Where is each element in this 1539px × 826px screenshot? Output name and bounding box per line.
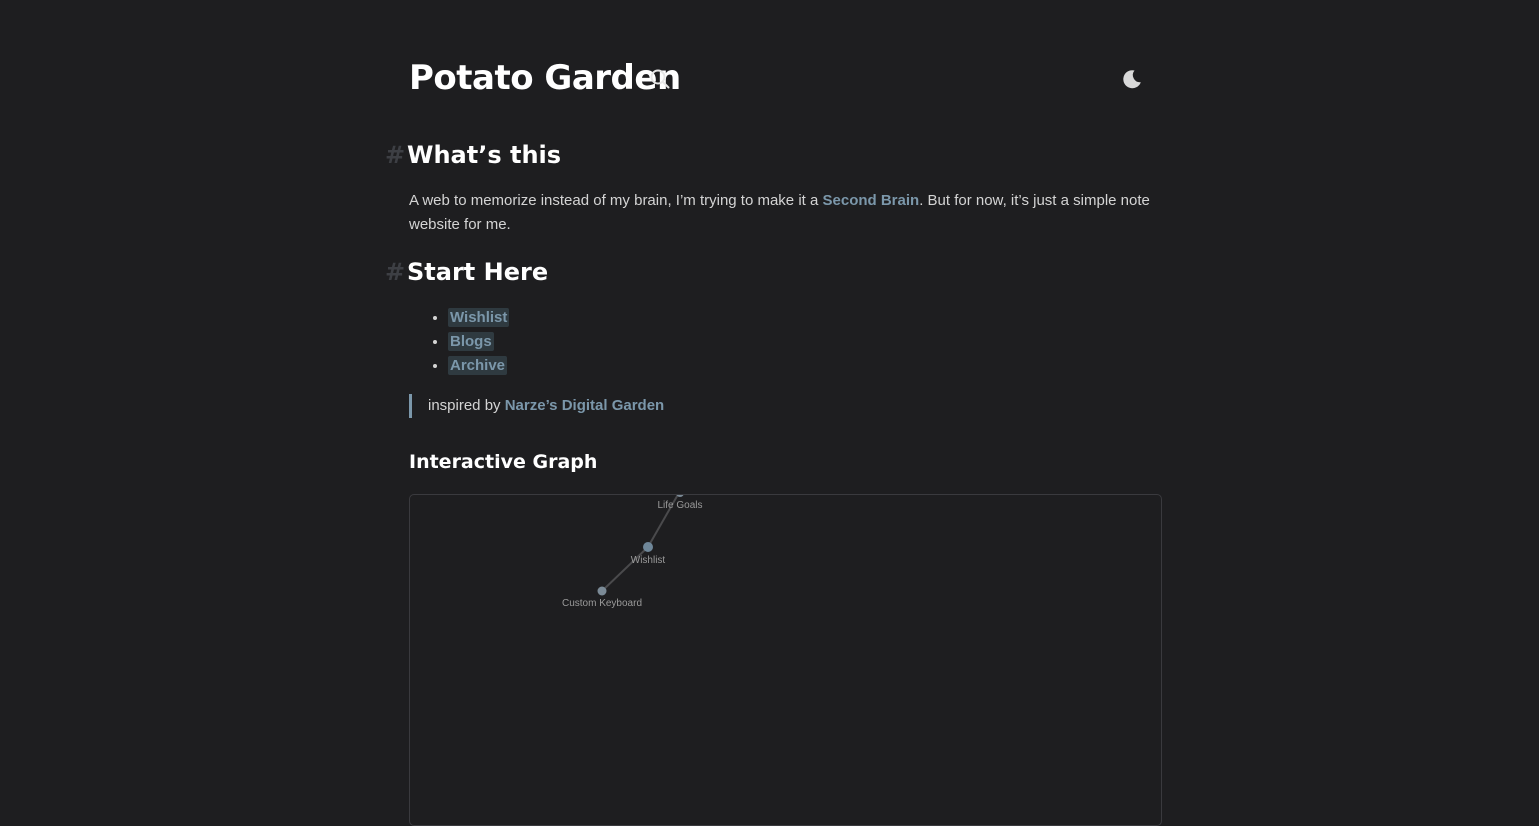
graph-node-label: Wishlist	[631, 555, 666, 566]
blogs-link[interactable]: Blogs	[448, 332, 494, 351]
graph-node-label: Life Goals	[657, 500, 702, 511]
blockquote: inspired by Narze’s Digital Garden	[409, 394, 664, 418]
heading-whats-this: What’s this	[407, 141, 562, 169]
graph-node-wishlist[interactable]	[643, 542, 653, 552]
graph-node-custom-keyboard[interactable]	[597, 586, 607, 596]
quote-prefix: inspired by	[428, 397, 505, 414]
second-brain-link[interactable]: Second Brain	[823, 192, 920, 209]
intro-paragraph: A web to memorize instead of my brain, I…	[409, 189, 1161, 237]
site-title[interactable]: Potato Garden	[409, 58, 681, 98]
heading-start-here: Start Here	[407, 258, 549, 286]
moon-icon[interactable]	[1120, 67, 1144, 91]
start-here-list: Wishlist Blogs Archive	[409, 306, 510, 378]
search-icon[interactable]	[649, 68, 671, 90]
graph-canvas[interactable]: Life Goals Wishlist Custom Keyboard	[410, 495, 1161, 825]
site-header: Potato Garden	[409, 58, 1161, 102]
list-item: Wishlist	[448, 306, 510, 330]
interactive-graph[interactable]: Life Goals Wishlist Custom Keyboard	[409, 494, 1162, 826]
narze-garden-link[interactable]: Narze’s Digital Garden	[505, 397, 665, 414]
wishlist-link[interactable]: Wishlist	[448, 308, 510, 327]
list-item: Archive	[448, 354, 509, 378]
graph-node-label: Custom Keyboard	[562, 598, 642, 609]
archive-link[interactable]: Archive	[448, 356, 508, 375]
heading-anchor-icon[interactable]: #	[385, 141, 405, 169]
graph-edge	[601, 546, 649, 592]
graph-title: Interactive Graph	[409, 451, 598, 473]
list-item: Blogs	[448, 330, 509, 354]
intro-text: A web to memorize instead of my brain, I…	[409, 192, 823, 209]
heading-anchor-icon[interactable]: #	[385, 258, 405, 286]
